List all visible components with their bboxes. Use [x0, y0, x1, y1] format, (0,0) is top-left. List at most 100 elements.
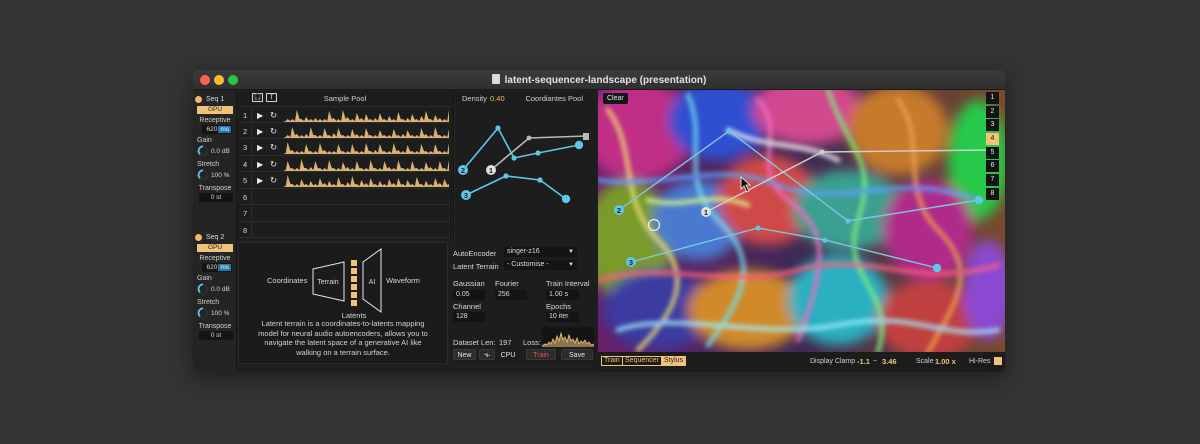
sequence-number-1[interactable]: 1	[986, 92, 999, 104]
seq-1-toggle[interactable]	[195, 95, 202, 103]
sequence-number-8[interactable]: 8	[986, 187, 999, 200]
sample-row[interactable]: 7	[240, 205, 450, 222]
stylus-mode-tag[interactable]: Stylus	[661, 356, 687, 366]
seq-2-gain-knob[interactable]	[197, 283, 209, 295]
train-mode-tag[interactable]: Train	[601, 356, 623, 366]
coordinates-pool-plot[interactable]: 2 1 3	[454, 90, 598, 240]
sample-waveform[interactable]	[283, 140, 449, 154]
save-button[interactable]: Save	[561, 349, 593, 360]
sequence-number-3[interactable]: 3	[986, 119, 999, 132]
autoencoder-value: singer-z16	[507, 248, 540, 255]
sequencer-mode-tag[interactable]: Sequencer	[622, 356, 662, 366]
sample-row[interactable]: 8	[240, 222, 450, 238]
terrain-node[interactable]	[845, 218, 851, 224]
coords-node[interactable]	[537, 177, 543, 183]
fourier-field[interactable]: 256	[495, 290, 527, 300]
plugin-window: latent-sequencer-landscape (presentation…	[193, 70, 1005, 372]
link-icon[interactable]: ⟛	[479, 349, 495, 360]
sample-row[interactable]: 4 ▶ ↻	[240, 156, 450, 172]
seq-2-gpu-toggle[interactable]: GPU	[197, 244, 233, 252]
epochs-field[interactable]: 10 iter	[546, 312, 579, 322]
sample-pool-panel: 🎧 T Sample Pool 1 ▶ ↻ 2 ▶ ↻ 3 ▶ ↻ 4 ▶ ↻ 5 ▶ ↻ 6 7 8	[238, 90, 452, 240]
terrain-node[interactable]	[726, 128, 732, 134]
sample-row[interactable]: 1 ▶ ↻	[240, 106, 450, 123]
seq-2-label: Seq 2	[206, 233, 225, 241]
dataset-len-label: Dataset Len:	[453, 338, 496, 347]
coords-start-3-label: 3	[464, 191, 468, 200]
latent-terrain-canvas[interactable]: 2 1 3	[598, 90, 1005, 352]
sample-waveform[interactable]	[283, 157, 449, 171]
loop-icon[interactable]: ↻	[270, 126, 277, 137]
coords-node-end[interactable]	[574, 140, 584, 150]
coords-node[interactable]	[495, 125, 501, 131]
sample-waveform[interactable]	[283, 173, 449, 187]
display-clamp-max[interactable]: 3.46	[882, 357, 897, 366]
terrain-node[interactable]	[819, 149, 825, 155]
seq-1-gain-knob[interactable]	[197, 145, 209, 157]
latent-terrain-value: - Customise -	[507, 261, 549, 268]
sample-row[interactable]: 2 ▶ ↻	[240, 123, 450, 139]
latent-terrain-description: Latent terrain is a coordinates-to-laten…	[258, 319, 428, 357]
terrain-node-end[interactable]	[932, 263, 942, 273]
loop-icon[interactable]: ↻	[270, 142, 277, 153]
seq-1-transpose-field[interactable]: 0 st	[199, 193, 233, 202]
sample-waveform[interactable]	[283, 124, 449, 138]
coords-node[interactable]	[526, 135, 532, 141]
hi-res-toggle[interactable]	[994, 357, 1002, 365]
autoencoder-panel: AutoEncoder singer-z16 ▼ Latent Terrain -…	[449, 242, 597, 364]
sample-waveform[interactable]	[283, 108, 449, 122]
coords-node[interactable]	[511, 155, 517, 161]
latent-terrain-diagram: Coordinates Terrain AI Waveform Latents	[267, 248, 420, 320]
seq-1-stretch-knob[interactable]	[197, 169, 209, 181]
coords-start-2-label: 2	[461, 166, 465, 175]
seq-2-stretch-knob[interactable]	[197, 307, 209, 319]
sequence-number-4[interactable]: 4	[986, 133, 999, 146]
coords-node[interactable]	[503, 173, 509, 179]
terrain-node[interactable]	[822, 237, 828, 243]
sample-row[interactable]: 6	[240, 189, 450, 205]
coords-node-end[interactable]	[583, 133, 589, 140]
autoencoder-select[interactable]: singer-z16 ▼	[504, 247, 577, 257]
play-icon[interactable]: ▶	[257, 143, 263, 152]
seq-2-receptive-field[interactable]: 620 ms	[202, 263, 232, 272]
train-interval-field[interactable]: 1.00 s	[546, 290, 579, 300]
window-title-text: latent-sequencer-landscape (presentation…	[504, 75, 707, 86]
loop-icon[interactable]: ↻	[270, 159, 277, 170]
sequence-number-2[interactable]: 2	[986, 105, 999, 118]
seq-1-gpu-toggle[interactable]: GPU	[197, 106, 233, 114]
new-button[interactable]: New	[453, 349, 476, 360]
gaussian-field[interactable]: 0.05	[453, 290, 485, 300]
dataset-len-value: 197	[499, 338, 512, 347]
coords-node-end[interactable]	[561, 194, 571, 204]
sample-row-number: 3	[243, 143, 248, 152]
train-button[interactable]: Train	[526, 349, 556, 360]
play-icon[interactable]: ▶	[257, 160, 263, 169]
latent-terrain-view[interactable]: 2 1 3 Clear 12345678 Train Sequencer Sty…	[598, 90, 1005, 372]
sequence-number-6[interactable]: 6	[986, 160, 999, 173]
terrain-node-end[interactable]	[974, 195, 984, 205]
sequence-number-5[interactable]: 5	[986, 146, 999, 159]
latent-terrain-select[interactable]: - Customise - ▼	[504, 260, 577, 270]
seq-2-toggle[interactable]	[195, 233, 202, 241]
play-icon[interactable]: ▶	[257, 111, 263, 120]
sample-row[interactable]: 5 ▶ ↻	[240, 172, 450, 189]
loop-icon[interactable]: ↻	[270, 110, 277, 121]
cpu-button[interactable]: CPU	[498, 349, 518, 360]
coords-node[interactable]	[535, 150, 541, 156]
seq-2-receptive-label: Receptive	[199, 255, 231, 262]
row-divider	[251, 173, 252, 187]
play-icon[interactable]: ▶	[257, 127, 263, 136]
scale-value[interactable]: 1.00 x	[935, 357, 956, 366]
display-clamp-min[interactable]: -1.1	[857, 357, 870, 366]
terrain-node[interactable]	[755, 225, 761, 231]
sequence-number-7[interactable]: 7	[986, 174, 999, 187]
seq-1-receptive-field[interactable]: 620 ms	[202, 125, 232, 134]
clear-button[interactable]: Clear	[603, 93, 628, 104]
channel-field[interactable]: 128	[453, 312, 485, 322]
sample-row-number: 5	[243, 176, 248, 185]
play-icon[interactable]: ▶	[257, 176, 263, 185]
title-bar: latent-sequencer-landscape (presentation…	[193, 70, 1005, 90]
seq-2-transpose-field[interactable]: 0 st	[199, 331, 233, 340]
loop-icon[interactable]: ↻	[270, 175, 277, 186]
sample-row[interactable]: 3 ▶ ↻	[240, 139, 450, 156]
